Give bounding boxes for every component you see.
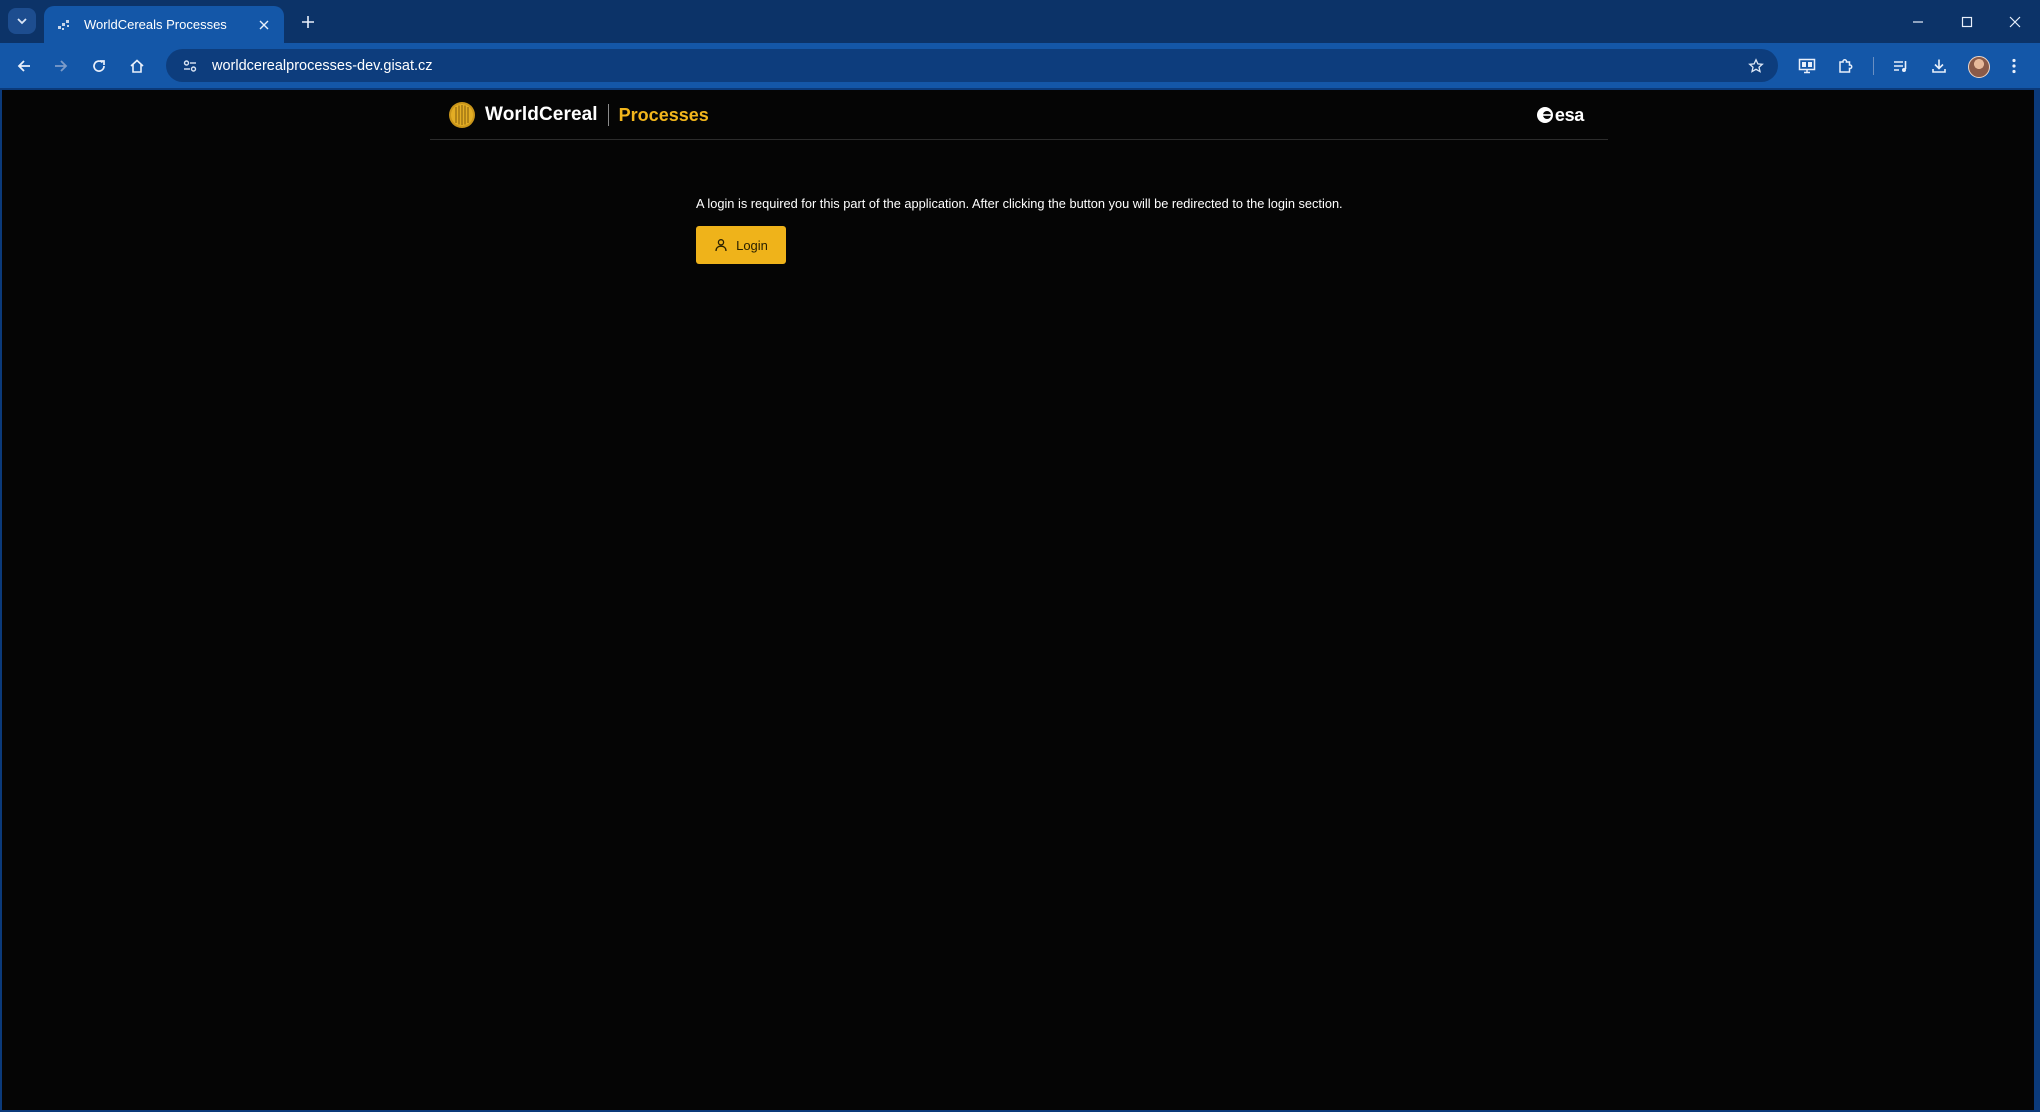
esa-logo-text: esa	[1554, 104, 1584, 125]
minimize-icon	[1913, 20, 1923, 23]
close-window-button[interactable]	[1991, 0, 2039, 43]
login-message: A login is required for this part of the…	[696, 196, 1343, 211]
brand-name: WorldCereal	[485, 104, 598, 125]
reload-icon	[93, 60, 105, 72]
window-edge	[2034, 90, 2040, 1112]
cast-button[interactable]	[1793, 52, 1821, 80]
login-button[interactable]: Login	[696, 226, 786, 264]
playlist-icon	[1894, 61, 1907, 72]
site-settings-icon[interactable]	[174, 49, 206, 82]
media-controls-button[interactable]	[1887, 52, 1915, 80]
puzzle-icon	[1839, 59, 1853, 73]
maximize-icon	[1961, 16, 1973, 27]
forward-button[interactable]	[47, 52, 75, 80]
page-viewport: WorldCereal Processes esa A login is req…	[2, 90, 2034, 1110]
address-bar[interactable]: worldcerealprocesses-dev.gisat.cz	[166, 49, 1778, 82]
brand-divider	[607, 104, 609, 126]
more-vertical-icon	[2012, 58, 2016, 74]
maximize-button[interactable]	[1943, 0, 1991, 43]
login-button-label: Login	[736, 237, 768, 253]
site-header: WorldCereal Processes esa	[430, 90, 1608, 140]
chrome-menu-button[interactable]	[2000, 52, 2028, 80]
esa-emblem-icon	[1536, 107, 1553, 123]
tab-strip: WorldCereals Processes	[0, 0, 2040, 43]
active-tab[interactable]: WorldCereals Processes	[44, 6, 284, 43]
browser-toolbar: worldcerealprocesses-dev.gisat.cz	[0, 43, 2040, 88]
tab-search-button[interactable]	[8, 8, 36, 34]
close-icon	[2009, 16, 2021, 27]
arrow-left-icon	[17, 60, 30, 72]
screen-icon	[1798, 58, 1816, 74]
back-button[interactable]	[10, 52, 38, 80]
arrow-right-icon	[55, 60, 68, 72]
site-favicon-icon	[58, 19, 69, 30]
toolbar-separator	[1873, 57, 1874, 75]
worldcereal-logo-icon	[449, 102, 475, 128]
reload-button[interactable]	[85, 52, 113, 80]
new-tab-button[interactable]	[296, 10, 320, 34]
user-icon	[715, 239, 727, 252]
login-section: A login is required for this part of the…	[696, 196, 1596, 264]
plus-icon	[302, 16, 314, 28]
tab-title: WorldCereals Processes	[84, 17, 227, 32]
home-button[interactable]	[123, 52, 151, 80]
browser-window: WorldCereals Processes worldcerealproces…	[0, 0, 2040, 1112]
downloads-button[interactable]	[1925, 52, 1953, 80]
brand[interactable]: WorldCereal Processes	[448, 101, 709, 129]
bookmark-star-icon[interactable]	[1740, 49, 1772, 82]
download-icon	[1932, 59, 1946, 73]
address-url[interactable]: worldcerealprocesses-dev.gisat.cz	[212, 58, 1740, 74]
esa-logo[interactable]: esa	[1536, 104, 1584, 126]
chevron-down-icon	[17, 18, 27, 25]
tab-close-icon[interactable]	[254, 15, 274, 35]
profile-avatar[interactable]	[1968, 56, 1990, 78]
extensions-button[interactable]	[1831, 52, 1859, 80]
minimize-button[interactable]	[1894, 0, 1942, 43]
home-icon	[130, 59, 144, 73]
app-name: Processes	[618, 104, 709, 125]
